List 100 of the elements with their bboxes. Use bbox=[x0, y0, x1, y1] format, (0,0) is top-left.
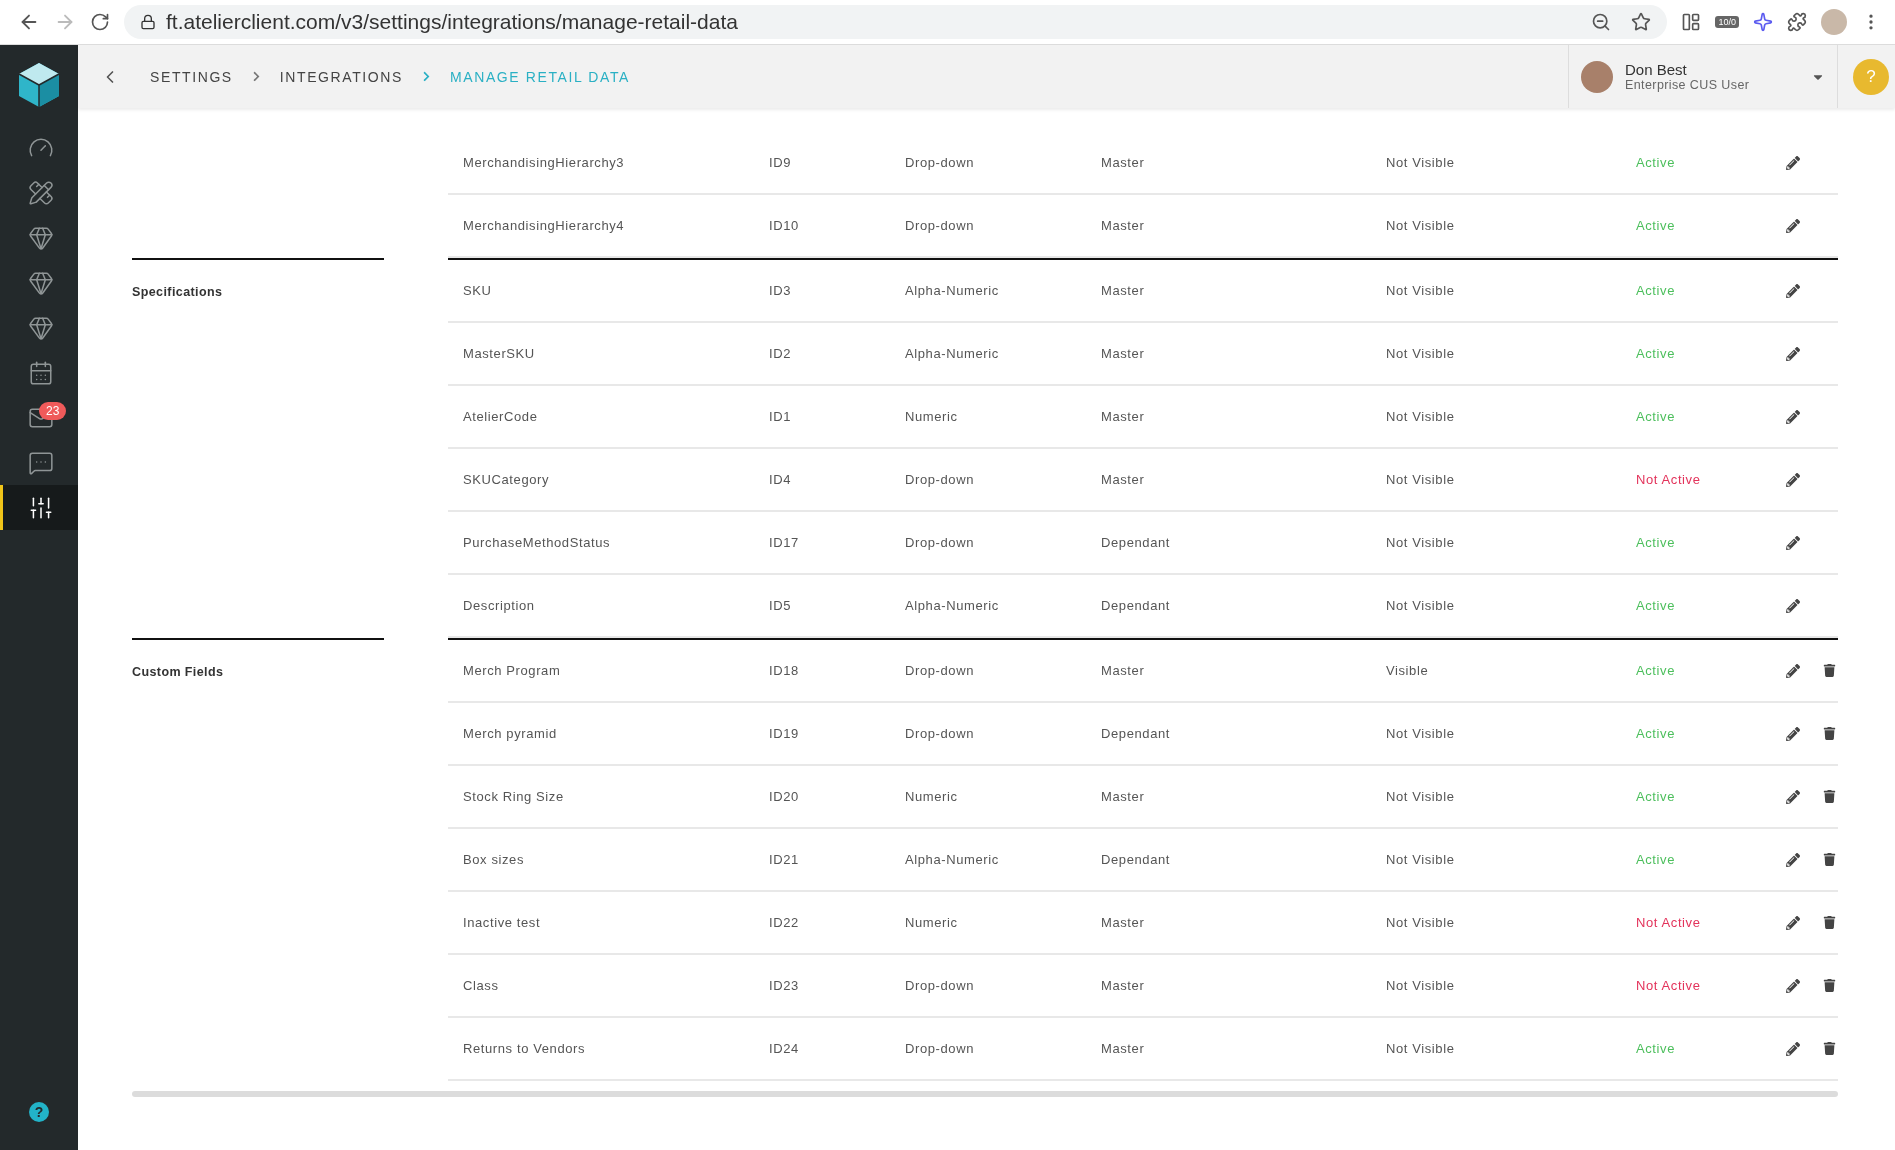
field-type: Numeric bbox=[905, 789, 959, 804]
count-badge: 23 bbox=[39, 402, 67, 420]
breadcrumb-link[interactable]: SETTINGS bbox=[150, 68, 233, 85]
field-name: Merch Program bbox=[463, 663, 562, 678]
star-icon[interactable] bbox=[1631, 12, 1652, 32]
trash-icon[interactable] bbox=[1823, 853, 1836, 866]
status-text: Active bbox=[1636, 218, 1676, 233]
scrollbar[interactable] bbox=[132, 1091, 1838, 1097]
field-role: Dependant bbox=[1101, 598, 1171, 613]
field-type: Alpha-Numeric bbox=[905, 852, 1000, 867]
sidebar-item[interactable] bbox=[0, 485, 78, 530]
field-type: Drop-down bbox=[905, 726, 975, 741]
zoom-out-icon[interactable] bbox=[1591, 12, 1612, 32]
edit-icon[interactable] bbox=[1786, 472, 1800, 487]
trash-icon[interactable] bbox=[1823, 664, 1836, 677]
field-name: Stock Ring Size bbox=[463, 789, 565, 804]
status-text: Active bbox=[1636, 535, 1676, 550]
trash-icon[interactable] bbox=[1823, 790, 1836, 803]
field-name: MerchandisingHierarchy3 bbox=[463, 155, 626, 170]
field-id: ID5 bbox=[769, 598, 793, 613]
field-type: Numeric bbox=[905, 915, 959, 930]
edit-icon[interactable] bbox=[1786, 409, 1800, 424]
field-name: Description bbox=[463, 598, 536, 613]
address-bar[interactable]: ft.atelierclient.com/v3/settings/integrations/manage-retail-data bbox=[124, 5, 1668, 39]
gem-icon bbox=[27, 224, 54, 251]
cube-logo[interactable] bbox=[18, 62, 60, 108]
field-id: ID19 bbox=[769, 726, 800, 741]
gem-icon bbox=[27, 314, 54, 341]
field-id: ID18 bbox=[769, 663, 800, 678]
edit-icon[interactable] bbox=[1786, 915, 1800, 930]
visibility-text: Not Visible bbox=[1386, 535, 1456, 550]
edit-icon[interactable] bbox=[1786, 1041, 1800, 1056]
edit-icon[interactable] bbox=[1786, 726, 1800, 741]
sidebar-item[interactable]: 23 bbox=[0, 395, 78, 440]
field-role: Master bbox=[1101, 789, 1146, 804]
visibility-text: Not Visible bbox=[1386, 915, 1456, 930]
field-type: Alpha-Numeric bbox=[905, 346, 1000, 361]
status-text: Active bbox=[1636, 852, 1676, 867]
visibility-text: Not Visible bbox=[1386, 409, 1456, 424]
lock-icon bbox=[140, 14, 156, 30]
edit-icon[interactable] bbox=[1786, 283, 1800, 298]
status-text: Active bbox=[1636, 598, 1676, 613]
field-id: ID10 bbox=[769, 218, 800, 233]
field-role: Master bbox=[1101, 915, 1146, 930]
reload-icon[interactable] bbox=[90, 12, 110, 32]
field-role: Master bbox=[1101, 283, 1146, 298]
visibility-text: Not Visible bbox=[1386, 978, 1456, 993]
status-text: Active bbox=[1636, 283, 1676, 298]
status-text: Active bbox=[1636, 663, 1676, 678]
status-text: Active bbox=[1636, 155, 1676, 170]
field-role: Dependant bbox=[1101, 726, 1171, 741]
trash-icon[interactable] bbox=[1823, 1042, 1836, 1055]
status-text: Active bbox=[1636, 789, 1676, 804]
edit-icon[interactable] bbox=[1786, 535, 1800, 550]
extension-icon[interactable] bbox=[1681, 12, 1702, 32]
visibility-text: Not Visible bbox=[1386, 789, 1456, 804]
trash-icon[interactable] bbox=[1823, 979, 1836, 992]
field-role: Dependant bbox=[1101, 535, 1171, 550]
gem-icon bbox=[27, 269, 54, 296]
field-type: Alpha-Numeric bbox=[905, 598, 1000, 613]
visibility-text: Not Visible bbox=[1386, 598, 1456, 613]
status-text: Not Active bbox=[1636, 978, 1702, 993]
edit-icon[interactable] bbox=[1786, 663, 1800, 678]
edit-icon[interactable] bbox=[1786, 155, 1800, 170]
field-name: Merch pyramid bbox=[463, 726, 558, 741]
field-id: ID9 bbox=[769, 155, 793, 170]
field-name: SKUCategory bbox=[463, 472, 551, 487]
sparkle-icon[interactable] bbox=[1753, 12, 1773, 32]
edit-icon[interactable] bbox=[1786, 346, 1800, 361]
breadcrumb-link[interactable]: INTEGRATIONS bbox=[279, 68, 403, 85]
field-id: ID21 bbox=[769, 852, 800, 867]
field-type: Drop-down bbox=[905, 1041, 975, 1056]
edit-icon[interactable] bbox=[1786, 218, 1800, 233]
field-role: Master bbox=[1101, 663, 1146, 678]
field-type: Drop-down bbox=[905, 535, 975, 550]
edit-icon[interactable] bbox=[1786, 978, 1800, 993]
user-avatar bbox=[1581, 60, 1613, 93]
puzzle-icon[interactable] bbox=[1787, 12, 1807, 32]
trash-icon[interactable] bbox=[1823, 916, 1836, 929]
visibility-text: Visible bbox=[1386, 663, 1430, 678]
trash-icon[interactable] bbox=[1823, 727, 1836, 740]
field-role: Master bbox=[1101, 409, 1146, 424]
edit-icon[interactable] bbox=[1786, 598, 1800, 613]
field-role: Master bbox=[1101, 155, 1146, 170]
field-type: Drop-down bbox=[905, 978, 975, 993]
field-type: Drop-down bbox=[905, 472, 975, 487]
field-id: ID3 bbox=[769, 283, 793, 298]
field-name: Returns to Vendors bbox=[463, 1041, 587, 1056]
edit-icon[interactable] bbox=[1786, 852, 1800, 867]
status-text: Not Active bbox=[1636, 915, 1702, 930]
pencil-ruler-icon bbox=[27, 179, 54, 206]
extension-badge[interactable]: 10/0 bbox=[1715, 16, 1739, 28]
edit-icon[interactable] bbox=[1786, 789, 1800, 804]
status-text: Active bbox=[1636, 726, 1676, 741]
visibility-text: Not Visible bbox=[1386, 155, 1456, 170]
help-button[interactable]: ? bbox=[29, 1102, 49, 1122]
field-id: ID1 bbox=[769, 409, 793, 424]
field-id: ID23 bbox=[769, 978, 800, 993]
calendar-icon bbox=[27, 359, 54, 386]
status-text: Active bbox=[1636, 1041, 1676, 1056]
